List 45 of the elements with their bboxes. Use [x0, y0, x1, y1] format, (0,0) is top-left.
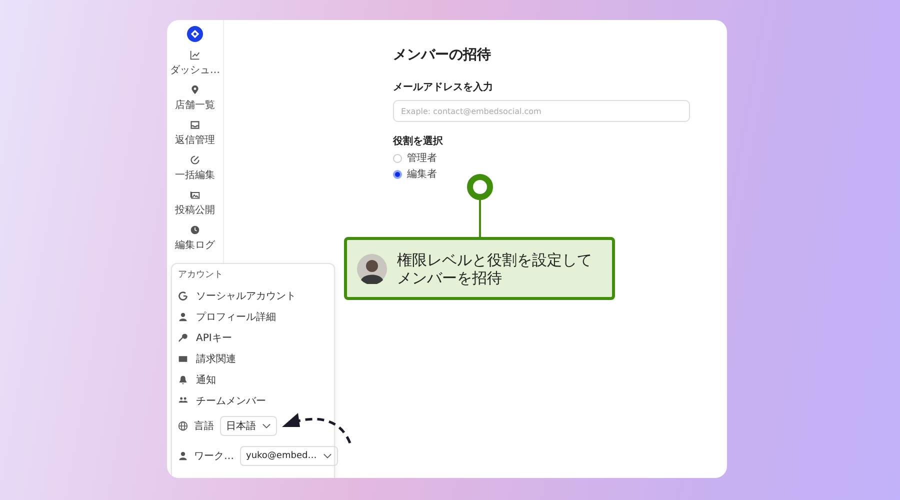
google-icon [178, 290, 188, 300]
gauge-icon [190, 155, 200, 165]
sidebar-item[interactable]: 店舗一覧 [175, 83, 215, 115]
callout-text: メンバーを招待 [397, 268, 502, 286]
sidebar-item[interactable]: 投稿公開 [175, 188, 215, 220]
field-label: メールアドレスを入力 [393, 80, 494, 94]
inbox-icon [190, 120, 200, 130]
menu-item[interactable]: APIキー [196, 330, 232, 344]
page-title: メンバーの招待 [393, 46, 492, 64]
language-label: 言語 [194, 420, 214, 433]
sidebar-item[interactable]: 返信管理 [175, 118, 215, 150]
sidebar-item[interactable]: 一括編集 [175, 153, 215, 185]
sidebar-item[interactable]: ダッシュ… [170, 48, 220, 80]
language-select[interactable]: 日本語 [220, 416, 277, 436]
user-icon [178, 312, 188, 322]
radio-button[interactable] [393, 154, 402, 162]
sidebar-item[interactable]: 編集ログ [175, 223, 215, 255]
bell-icon [178, 374, 188, 384]
team-icon [178, 396, 188, 406]
menu-item[interactable]: 通知 [196, 372, 216, 386]
credit-card-icon [178, 354, 188, 364]
menu-item[interactable]: 請求関連 [196, 352, 236, 366]
chart-icon [190, 50, 200, 60]
workspace-label: ワーク… [194, 450, 234, 463]
logo-icon [187, 26, 203, 42]
user-icon [178, 451, 188, 461]
menu-item[interactable]: プロフィール詳細 [196, 310, 276, 324]
image-icon [190, 190, 200, 200]
chevron-down-icon [262, 423, 271, 429]
radio-label: 編集者 [407, 168, 437, 181]
workspace-select[interactable]: yuko@embed… [240, 446, 338, 466]
callout-text: 権限レベルと役割を設定して [397, 250, 592, 268]
radio-label: 管理者 [407, 152, 437, 165]
field-label: 役割を選択 [393, 134, 444, 148]
map-pin-icon [190, 85, 200, 95]
globe-icon [178, 421, 188, 431]
email-field[interactable]: Exaple: contact@embedsocial.com [393, 100, 690, 122]
menu-item[interactable]: チームメンバー [196, 394, 266, 408]
key-icon [178, 332, 188, 342]
radio-button[interactable] [393, 170, 402, 178]
avatar-icon [357, 254, 387, 284]
menu-item[interactable]: ソーシャルアカウント [196, 288, 296, 302]
clock-icon [190, 225, 200, 235]
menu-heading: アカウント [178, 269, 224, 281]
chevron-down-icon [322, 453, 332, 459]
